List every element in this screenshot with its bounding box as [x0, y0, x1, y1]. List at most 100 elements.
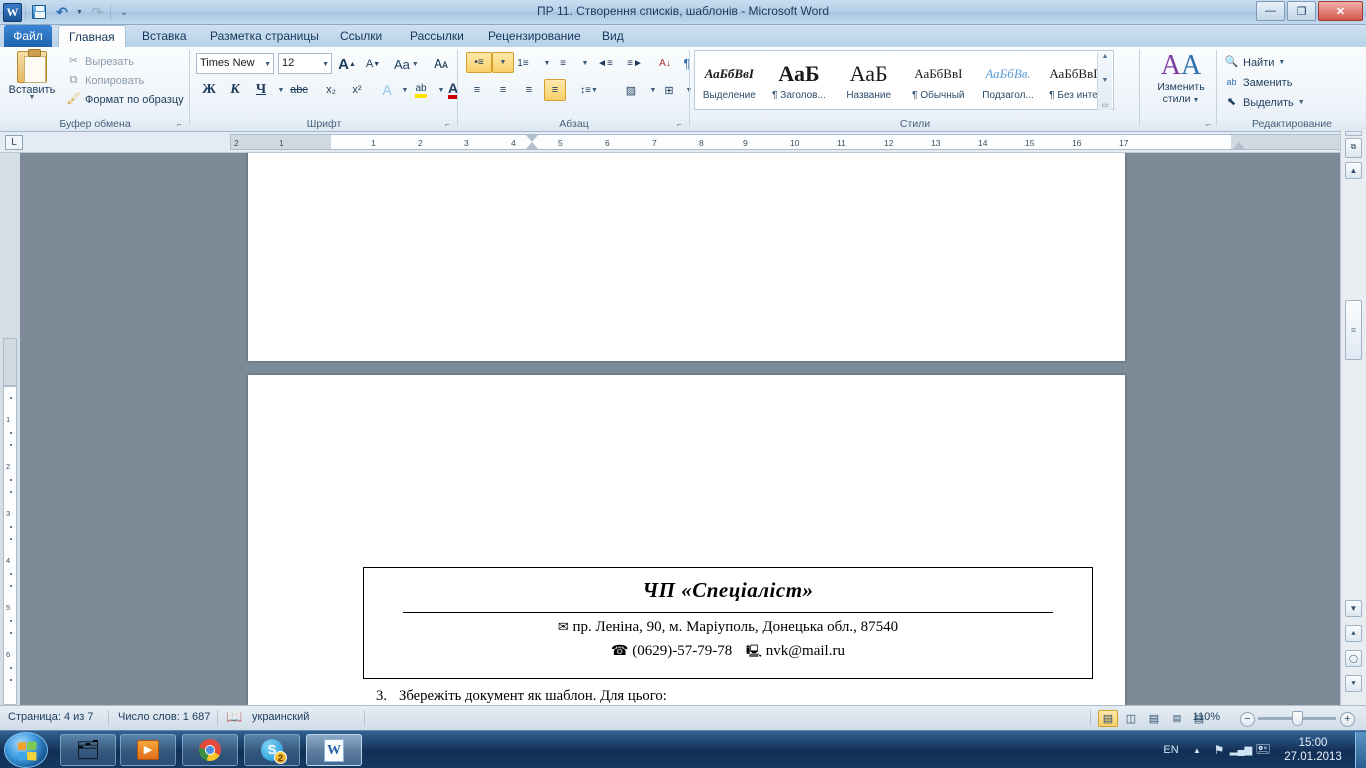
style-item[interactable]: АаБ Название — [834, 51, 904, 109]
align-right-button[interactable]: ≡ — [518, 79, 540, 101]
vertical-ruler[interactable]: 1 2 3 4 5 6 — [0, 153, 20, 705]
tab-home[interactable]: Главная — [58, 25, 126, 47]
change-case-button[interactable]: Aa ▼ — [394, 53, 419, 75]
zoom-in-button[interactable]: + — [1340, 712, 1355, 727]
format-painter-button[interactable]: 🖌 Формат по образцу — [66, 92, 184, 107]
horizontal-ruler[interactable]: L 2 1 1 2 3 4 5 6 7 8 9 10 11 12 13 14 1… — [0, 132, 1366, 153]
browse-object-button[interactable]: ⧉ — [1345, 138, 1362, 158]
tab-view[interactable]: Вид — [592, 25, 634, 47]
multilevel-dropdown[interactable]: ▼ — [574, 52, 596, 74]
view-full-screen-reading[interactable]: ◫ — [1121, 710, 1141, 727]
taskbar-item-skype[interactable]: S 2 — [244, 734, 300, 766]
zoom-level[interactable]: 110% — [1180, 711, 1220, 723]
previous-page-button[interactable]: ⯅ — [1345, 625, 1362, 642]
scroll-down-button[interactable]: ▼ — [1345, 600, 1362, 617]
shrink-font-button[interactable]: A ▼ — [362, 53, 384, 75]
font-name-combo[interactable]: Times New Rc ▼ — [196, 53, 274, 74]
clipboard-dialog-launcher[interactable]: ⌐ — [177, 120, 187, 130]
view-print-layout[interactable]: ▤ — [1098, 710, 1118, 727]
superscript-button[interactable]: x² — [346, 79, 368, 101]
bold-button[interactable]: Ж — [198, 79, 220, 101]
align-left-button[interactable]: ≡ — [466, 79, 488, 101]
styles-gallery-scrollbar[interactable]: ▲ ▼ ▭ — [1097, 52, 1112, 110]
bullets-dropdown[interactable]: ▼ — [492, 52, 514, 73]
next-page-button[interactable]: ⯆ — [1345, 675, 1362, 692]
document-canvas[interactable]: 2. Наберіть текст для шаблону письма за … — [20, 153, 1340, 705]
increase-indent-button[interactable]: ≡► — [624, 52, 646, 74]
style-item[interactable]: АаБбВвI ¶ Обычный — [904, 51, 974, 109]
scroll-thumb[interactable]: ≡ — [1345, 300, 1362, 360]
subscript-button[interactable]: x₂ — [320, 79, 342, 101]
language-indicator[interactable]: украинский — [252, 711, 309, 723]
select-browse-object-button[interactable]: ◯ — [1345, 650, 1362, 667]
taskbar-item-media-player[interactable]: ▶ — [120, 734, 176, 766]
view-web-layout[interactable]: ▤ — [1144, 710, 1164, 727]
underline-button[interactable]: Ч — [250, 79, 272, 101]
clear-formatting-button[interactable]: 🗛 — [430, 53, 452, 75]
vertical-scrollbar[interactable]: ⧉ ▲ ≡ ▼ ⯅ ◯ ⯆ — [1340, 130, 1366, 705]
zoom-out-button[interactable]: − — [1240, 712, 1255, 727]
font-dialog-launcher[interactable]: ⌐ — [445, 120, 455, 130]
taskbar-item-explorer[interactable]: 🗂 — [60, 734, 116, 766]
tab-page-layout[interactable]: Разметка страницы — [200, 25, 329, 47]
style-item[interactable]: АаБбВвI Выделение — [695, 51, 765, 109]
split-window-handle[interactable] — [1345, 131, 1362, 136]
right-indent-marker[interactable] — [1233, 142, 1245, 149]
more-styles-icon[interactable]: ▭ — [1102, 101, 1109, 109]
line-spacing-button[interactable]: ↕≡ ▼ — [578, 79, 600, 101]
restore-button[interactable]: ❐ — [1287, 1, 1316, 21]
scroll-up-button[interactable]: ▲ — [1345, 162, 1362, 179]
first-line-indent-marker[interactable] — [526, 135, 538, 142]
multilevel-list-button[interactable]: ≡ — [552, 52, 574, 74]
show-hidden-icons-button[interactable]: ▲ — [1186, 731, 1208, 768]
word-count[interactable]: Число слов: 1 687 — [118, 711, 210, 723]
clock[interactable]: 15:00 27.01.2013 — [1274, 736, 1352, 764]
start-button[interactable] — [4, 732, 48, 768]
decrease-indent-button[interactable]: ◄≡ — [594, 52, 616, 74]
tab-stop-selector[interactable]: L — [5, 135, 23, 150]
styles-dialog-launcher[interactable]: ⌐ — [1206, 120, 1216, 130]
font-size-combo[interactable]: 12 ▼ — [278, 53, 332, 74]
network-icon[interactable]: ▂▄▆ — [1230, 731, 1252, 768]
document-page-2[interactable]: ЧП «Спеціаліст» ✉ пр. Леніна, 90, м. Мар… — [248, 375, 1125, 705]
paragraph-dialog-launcher[interactable]: ⌐ — [677, 120, 687, 130]
tab-mailings[interactable]: Рассылки — [400, 25, 474, 47]
scroll-up-icon[interactable]: ▲ — [1102, 53, 1109, 60]
justify-button[interactable]: ≡ — [544, 79, 566, 101]
tab-insert[interactable]: Вставка — [132, 25, 197, 47]
strikethrough-button[interactable]: abc — [288, 79, 310, 101]
change-styles-button[interactable]: AA Изменить стили ▼ — [1150, 51, 1212, 107]
replace-button[interactable]: ab Заменить — [1224, 75, 1292, 90]
spellcheck-icon[interactable]: 📖 — [226, 709, 242, 725]
zoom-slider-thumb[interactable] — [1292, 711, 1303, 726]
page-indicator[interactable]: Страница: 4 из 7 — [8, 711, 94, 723]
copy-button[interactable]: ⧉ Копировать — [66, 73, 145, 88]
style-item[interactable]: АаБ ¶ Заголов... — [765, 51, 835, 109]
align-center-button[interactable]: ≡ — [492, 79, 514, 101]
tab-file[interactable]: Файл — [4, 25, 52, 47]
close-button[interactable]: ✕ — [1318, 1, 1363, 21]
select-button[interactable]: ⬉ Выделить ▼ — [1224, 95, 1305, 110]
taskbar-item-chrome[interactable] — [182, 734, 238, 766]
grow-font-button[interactable]: A ▲ — [336, 53, 358, 75]
action-center-flag-icon[interactable]: ⚑ — [1208, 731, 1230, 768]
cut-button[interactable]: ✂ Вырезать — [66, 54, 134, 69]
show-desktop-button[interactable] — [1355, 732, 1366, 768]
tab-references[interactable]: Ссылки — [330, 25, 392, 47]
minimize-button[interactable]: — — [1256, 1, 1285, 21]
tab-review[interactable]: Рецензирование — [478, 25, 591, 47]
shading-button[interactable]: ▨ — [620, 79, 642, 101]
find-button[interactable]: 🔍 Найти ▼ — [1224, 55, 1286, 70]
hanging-indent-marker[interactable] — [526, 142, 538, 149]
italic-button[interactable]: К — [224, 79, 246, 101]
paste-button[interactable]: Вставить ▼ — [8, 49, 56, 101]
borders-button[interactable]: ⊞ — [658, 79, 680, 101]
bullets-button[interactable]: •≡ — [466, 52, 492, 73]
ruler-strip[interactable]: 2 1 1 2 3 4 5 6 7 8 9 10 11 12 13 14 15 … — [230, 134, 1350, 150]
instruction-list[interactable]: 3. Збережіть документ як шаблон. Для цьо… — [373, 687, 1085, 705]
language-indicator-tray[interactable]: EN — [1156, 731, 1186, 768]
document-page-1[interactable]: 2. Наберіть текст для шаблону письма за … — [248, 153, 1125, 361]
scroll-down-icon[interactable]: ▼ — [1102, 77, 1109, 84]
letterhead-box[interactable]: ЧП «Спеціаліст» ✉ пр. Леніна, 90, м. Мар… — [363, 567, 1093, 679]
power-plug-icon[interactable]: 🖭 — [1252, 731, 1274, 768]
